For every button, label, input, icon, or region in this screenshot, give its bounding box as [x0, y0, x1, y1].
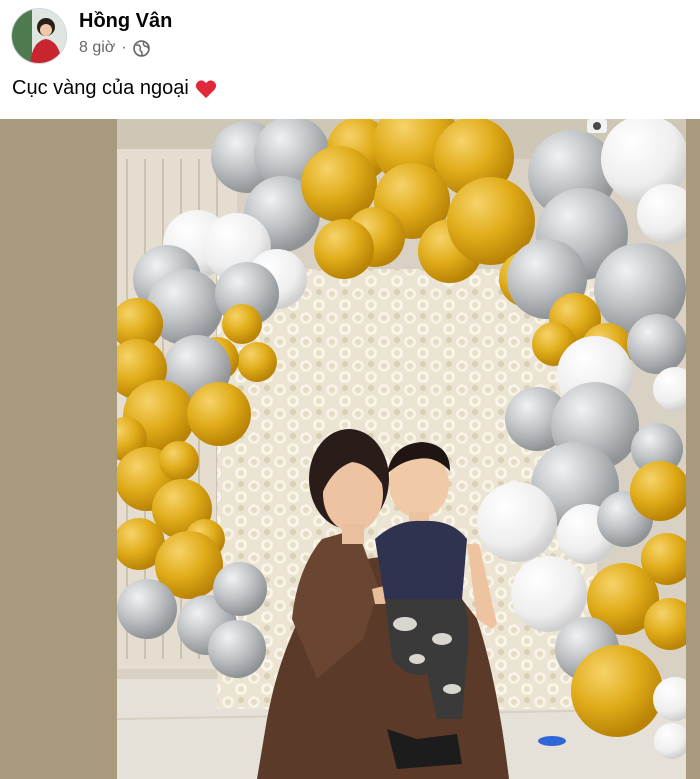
globe-icon[interactable] [132, 39, 150, 57]
caption-text: Cục vàng của ngoại [12, 77, 189, 99]
meta-separator: · [121, 39, 127, 56]
post-caption: Cục vàng của ngoại [12, 77, 217, 100]
avatar-image [12, 9, 66, 63]
author-name[interactable]: Hồng Vân [79, 10, 172, 33]
post-photo[interactable] [117, 119, 686, 779]
photo-frame[interactable] [0, 119, 700, 779]
red-heart-icon [195, 79, 216, 98]
author-avatar[interactable] [11, 8, 67, 64]
post-meta: 8 giờ · [79, 39, 150, 57]
post-time[interactable]: 8 giờ [79, 39, 115, 57]
post-header: Hồng Vân 8 giờ · [0, 0, 700, 70]
